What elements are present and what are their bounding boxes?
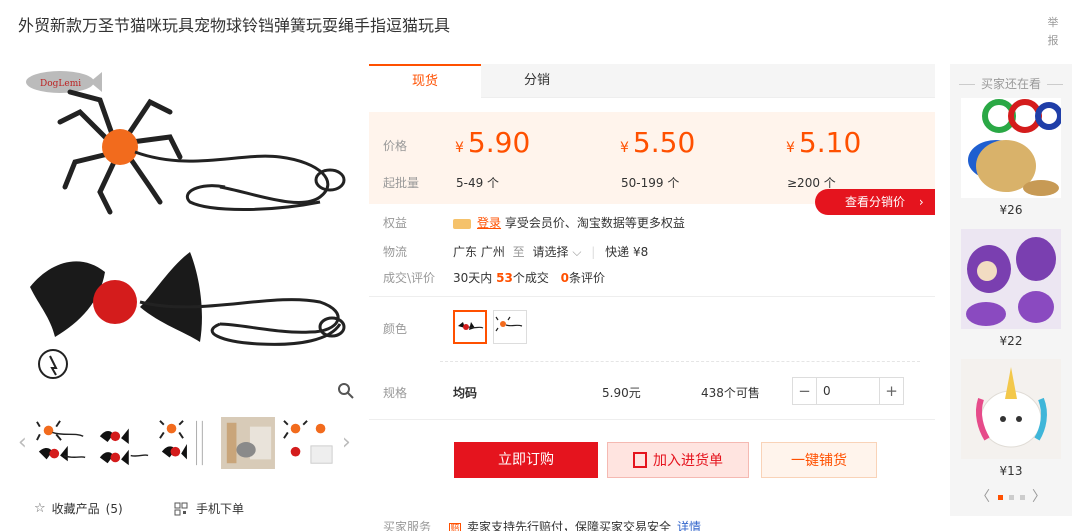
spec-stock: 438个可售 — [701, 386, 760, 400]
logistics-label: 物流 — [383, 245, 408, 259]
view-distribution-price-button[interactable]: 查看分销价 › — [815, 189, 935, 215]
add-to-cart-button[interactable]: 加入进货单 — [607, 442, 749, 478]
buyer-service-row: 买家服务 赔卖家支持先行赔付，保障买家交易安全 详情 — [383, 518, 701, 531]
vip-badge-icon — [453, 218, 471, 229]
chevron-right-icon: › — [918, 195, 924, 209]
ship-to-word: 至 — [512, 245, 525, 259]
deals-row: 30天内 53个成交 0条评价 — [453, 271, 606, 285]
also-viewed-item-3[interactable]: ¥13 — [961, 359, 1061, 478]
thumbnail-2[interactable] — [95, 416, 151, 470]
offer-tabs: 现货 分销 — [369, 64, 935, 98]
color-label: 颜色 — [383, 322, 408, 336]
favorite-count: (5) — [105, 501, 123, 516]
ship-to-select[interactable]: 请选择 ⌵ — [533, 245, 582, 259]
thumbnail-3[interactable] — [157, 416, 213, 470]
express-fee: 快递 ¥8 — [605, 245, 649, 259]
tab-distribution[interactable]: 分销 — [481, 64, 593, 98]
thumb-next-icon[interactable]: › — [342, 430, 351, 455]
thumbnail-1[interactable] — [34, 416, 90, 470]
brand-logo: DogLemi — [26, 71, 102, 93]
price-tier-3: ¥5.10 — [786, 126, 862, 159]
thumbnail-4[interactable] — [220, 416, 276, 470]
color-option-bat[interactable] — [453, 310, 487, 344]
dashed-divider — [440, 361, 920, 362]
reviews-count[interactable]: 0 — [561, 271, 569, 285]
thumb-prev-icon[interactable]: ‹ — [18, 430, 27, 455]
service-detail-link[interactable]: 详情 — [677, 520, 701, 531]
color-option-spider[interactable] — [493, 310, 527, 344]
pager-dot[interactable] — [1019, 494, 1025, 500]
qrcode-icon — [174, 502, 188, 515]
price-tier-1: ¥5.90 — [455, 126, 531, 159]
service-text: 卖家支持先行赔付，保障买家交易安全 — [467, 520, 672, 531]
also-viewed-image — [961, 229, 1061, 329]
favorite-label: 收藏产品 — [51, 502, 100, 516]
qty-tier-2: 50-199 个 — [621, 176, 680, 190]
also-viewed-image — [961, 359, 1061, 459]
price-tier-2: ¥5.50 — [620, 126, 696, 159]
spider-toy-illustration — [57, 89, 346, 215]
one-click-distribute-button[interactable]: 一键铺货 — [761, 442, 877, 478]
guarantee-icon: 赔 — [449, 523, 462, 531]
also-viewed-image — [961, 98, 1063, 198]
quantity-stepper: − 0 + — [792, 377, 904, 405]
favorite-product-button[interactable]: ☆ 收藏产品 (5) — [34, 500, 123, 517]
also-viewed-sidebar: 买家还在看 ¥26 ¥22 ¥13 〈 〉 — [950, 64, 1072, 516]
chevron-right-icon[interactable]: 〉 — [1032, 489, 1046, 505]
star-icon: ☆ — [34, 501, 46, 516]
list-icon — [633, 452, 647, 468]
quantity-input[interactable]: 0 — [817, 378, 879, 404]
chevron-down-icon: ⌵ — [572, 245, 582, 259]
decrease-quantity-button[interactable]: − — [793, 378, 817, 404]
rights-row: 登录 享受会员价、淘宝数据等更多权益 — [453, 214, 685, 231]
min-qty-label: 起批量 — [383, 176, 420, 190]
sidebar-pager: 〈 〉 — [950, 486, 1072, 506]
price-label: 价格 — [383, 139, 408, 153]
qty-tier-1: 5-49 个 — [456, 176, 500, 190]
logo-text: DogLemi — [40, 79, 81, 89]
product-title: 外贸新款万圣节猫咪玩具宠物球铃铛弹簧玩耍绳手指逗猫玩具 — [18, 16, 451, 35]
bat-toy-illustration — [30, 252, 346, 379]
also-viewed-item-2[interactable]: ¥22 — [961, 229, 1061, 348]
pager-dot[interactable] — [1008, 494, 1014, 500]
also-viewed-price: ¥13 — [999, 464, 1023, 478]
deals-label: 成交\评价 — [383, 271, 436, 285]
divider — [369, 419, 935, 420]
main-product-image[interactable]: DogLemi — [20, 62, 360, 402]
spec-label: 规格 — [383, 386, 408, 400]
rights-label: 权益 — [383, 216, 408, 230]
deals-count: 53 — [496, 271, 513, 285]
spec-name: 均码 — [453, 386, 478, 400]
thumbnail-5[interactable] — [281, 416, 337, 470]
increase-quantity-button[interactable]: + — [879, 378, 903, 404]
also-viewed-price: ¥22 — [999, 334, 1023, 348]
order-now-button[interactable]: 立即订购 — [454, 442, 598, 478]
service-label: 买家服务 — [383, 520, 432, 531]
rights-text: 享受会员价、淘宝数据等更多权益 — [504, 216, 685, 230]
chevron-left-icon[interactable]: 〈 — [976, 489, 990, 505]
mobile-order-label: 手机下单 — [196, 502, 245, 516]
also-viewed-price: ¥26 — [999, 203, 1023, 217]
tab-spot[interactable]: 现货 — [369, 64, 481, 98]
logistics-row: 广东 广州 至 请选择 ⌵ | 快递 ¥8 — [453, 245, 649, 259]
also-viewed-item-1[interactable]: ¥26 — [961, 98, 1063, 217]
divider — [369, 296, 935, 297]
ship-from: 广东 广州 — [453, 245, 505, 259]
report-link[interactable]: 举报 — [1046, 14, 1060, 50]
pager-dot-active[interactable] — [997, 494, 1003, 500]
login-link[interactable]: 登录 — [477, 216, 501, 230]
sidebar-title: 买家还在看 — [950, 75, 1072, 92]
mobile-order-button[interactable]: 手机下单 — [174, 500, 244, 517]
zoom-icon[interactable] — [336, 381, 356, 401]
spec-price: 5.90元 — [602, 386, 641, 400]
